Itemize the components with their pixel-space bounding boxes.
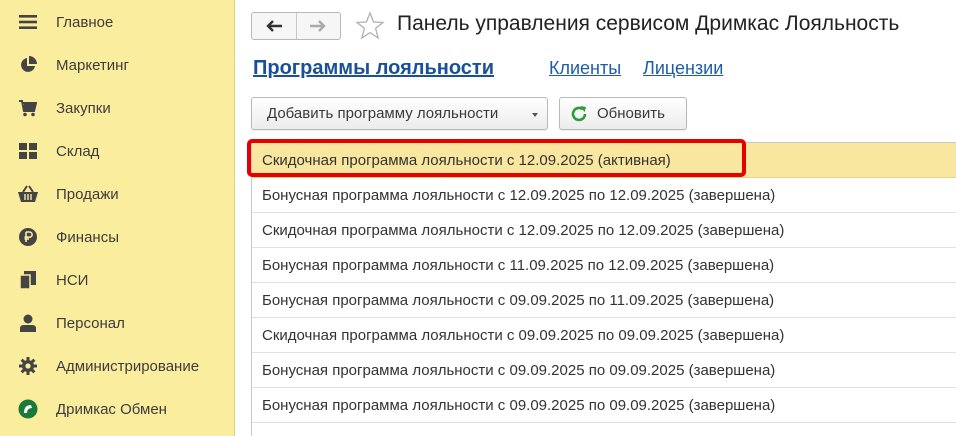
tab-clients[interactable]: Клиенты bbox=[549, 58, 621, 79]
arrow-left-icon bbox=[266, 20, 282, 32]
sidebar-item-label: Финансы bbox=[56, 228, 119, 246]
sidebar-item-label: Закупки bbox=[56, 99, 111, 117]
refresh-button-label: Обновить bbox=[597, 105, 665, 122]
forward-button[interactable] bbox=[295, 13, 341, 39]
sidebar-item-nsi[interactable]: НСИ bbox=[0, 261, 234, 299]
list-item[interactable]: Бонусная программа лояльности с 11.09.20… bbox=[252, 248, 956, 283]
refresh-icon bbox=[570, 105, 588, 123]
list-item[interactable]: Бонусная программа лояльности с 09.09.20… bbox=[252, 283, 956, 318]
loyalty-programs-list: Скидочная программа лояльности с 12.09.2… bbox=[251, 142, 956, 436]
sidebar-item-dreamkas-exchange[interactable]: Дримкас Обмен bbox=[0, 390, 234, 428]
sidebar-item-purchases[interactable]: Закупки bbox=[0, 89, 234, 127]
person-icon bbox=[18, 313, 38, 333]
arrow-right-icon bbox=[310, 20, 326, 32]
sidebar-item-finance[interactable]: Финансы bbox=[0, 218, 234, 256]
gear-icon bbox=[18, 356, 38, 376]
sidebar-item-label: Администрирование bbox=[56, 357, 200, 375]
sidebar: Главное Маркетинг Закупки Склад Продажи … bbox=[0, 0, 235, 436]
sidebar-item-marketing[interactable]: Маркетинг bbox=[0, 46, 234, 84]
shopping-cart-icon bbox=[18, 98, 38, 118]
chevron-down-icon bbox=[532, 113, 538, 117]
grid-warehouse-icon bbox=[18, 141, 38, 161]
list-item[interactable]: Скидочная программа лояльности с 12.09.2… bbox=[252, 213, 956, 248]
basket-icon bbox=[18, 184, 38, 204]
sidebar-item-label: Дримкас Обмен bbox=[56, 400, 167, 418]
documents-icon bbox=[18, 270, 38, 290]
tab-licenses[interactable]: Лицензии bbox=[643, 58, 723, 79]
sidebar-item-administration[interactable]: Администрирование bbox=[0, 347, 234, 385]
ruble-coin-icon bbox=[18, 227, 38, 247]
sidebar-item-label: НСИ bbox=[56, 271, 89, 289]
sidebar-item-personnel[interactable]: Персонал bbox=[0, 304, 234, 342]
sidebar-item-label: Продажи bbox=[56, 185, 119, 203]
sidebar-item-sales[interactable]: Продажи bbox=[0, 175, 234, 213]
list-item[interactable]: Бонусная программа лояльности с 12.09.20… bbox=[252, 178, 956, 213]
add-button-label: Добавить программу лояльности bbox=[267, 105, 499, 122]
list-item[interactable]: Скидочная программа лояльности с 09.09.2… bbox=[252, 318, 956, 353]
sidebar-item-label: Главное bbox=[56, 13, 114, 31]
list-item[interactable]: Бонусная программа лояльности с 09.09.20… bbox=[252, 353, 956, 388]
sidebar-item-warehouse[interactable]: Склад bbox=[0, 132, 234, 170]
refresh-button[interactable]: Обновить bbox=[559, 97, 687, 130]
dreamkas-logo-icon bbox=[18, 399, 38, 419]
add-loyalty-program-button[interactable]: Добавить программу лояльности bbox=[251, 97, 548, 130]
back-button[interactable] bbox=[252, 13, 296, 39]
pie-chart-icon bbox=[18, 55, 38, 75]
list-item[interactable]: Скидочная программа лояльности с 12.09.2… bbox=[252, 143, 956, 178]
list-item[interactable]: Бонусная программа лояльности с 09.09.20… bbox=[252, 388, 956, 423]
page-title: Панель управления сервисом Дримкас Лояль… bbox=[397, 12, 900, 35]
menu-lines-icon bbox=[18, 12, 38, 32]
sidebar-item-label: Маркетинг bbox=[56, 56, 129, 74]
sidebar-item-main[interactable]: Главное bbox=[0, 3, 234, 41]
sidebar-item-label: Персонал bbox=[56, 314, 125, 332]
sidebar-item-label: Склад bbox=[56, 142, 100, 160]
favorite-star-icon[interactable] bbox=[355, 11, 385, 41]
tab-loyalty-programs[interactable]: Программы лояльности bbox=[253, 57, 494, 80]
history-nav bbox=[251, 12, 341, 40]
